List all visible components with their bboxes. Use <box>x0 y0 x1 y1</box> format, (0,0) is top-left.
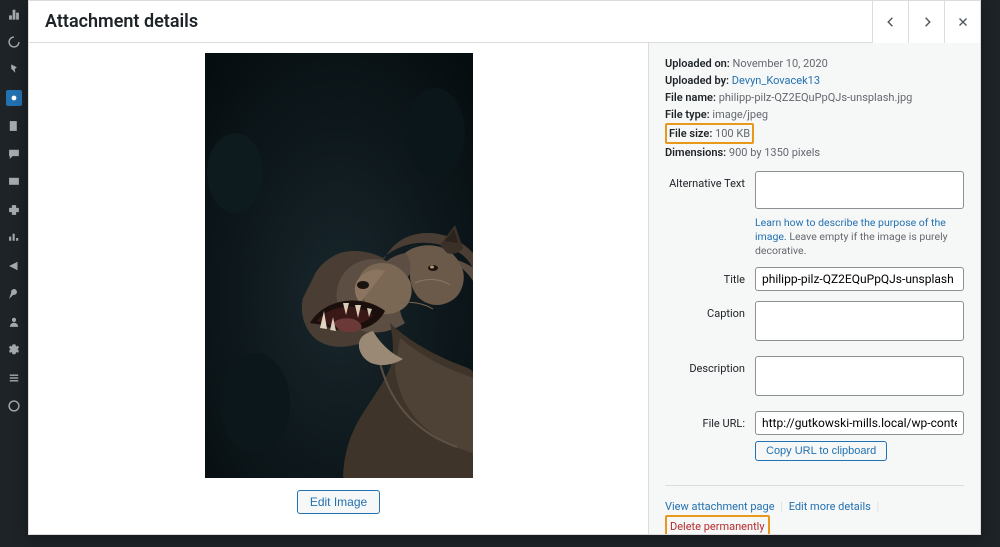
description-input[interactable] <box>755 356 964 396</box>
attachment-details-modal: Attachment details <box>28 0 981 535</box>
file-size-label: File size: <box>669 127 712 140</box>
analytics-icon[interactable] <box>6 230 22 246</box>
alt-text-label: Alternative Text <box>665 171 755 192</box>
title-input[interactable] <box>755 267 964 291</box>
attachment-settings: Alternative Text Learn how to describe t… <box>665 171 964 461</box>
marketing-icon[interactable] <box>6 258 22 274</box>
alt-text-input[interactable] <box>755 171 964 209</box>
dashboard-icon[interactable] <box>6 6 22 22</box>
settings-icon[interactable] <box>6 342 22 358</box>
media-icon[interactable] <box>6 90 22 106</box>
dimensions-value: 900 by 1350 pixels <box>729 146 820 159</box>
caption-label: Caption <box>665 301 755 322</box>
attachment-image[interactable] <box>205 53 473 478</box>
file-url-label: File URL: <box>665 411 755 432</box>
separator: | <box>877 500 880 513</box>
title-label: Title <box>665 267 755 288</box>
plugins-icon[interactable] <box>6 202 22 218</box>
preview-pane: Edit Image <box>29 43 648 534</box>
file-name-value: philipp-pilz-QZ2EQuPpQJs-unsplash.jpg <box>719 91 913 104</box>
close-button[interactable] <box>944 1 980 43</box>
uploaded-on-value: November 10, 2020 <box>733 57 828 70</box>
caption-input[interactable] <box>755 301 964 341</box>
modal-body: Edit Image Uploaded on: November 10, 202… <box>29 43 980 534</box>
description-label: Description <box>665 356 755 377</box>
users-icon[interactable] <box>6 314 22 330</box>
wolf-image <box>205 53 473 478</box>
wp-icon[interactable] <box>6 398 22 414</box>
uploaded-by-label: Uploaded by: <box>665 74 729 87</box>
wp-admin-menu <box>0 0 28 547</box>
uploaded-on-label: Uploaded on: <box>665 57 730 70</box>
attachment-meta: Uploaded on: November 10, 2020 Uploaded … <box>665 55 964 161</box>
close-icon <box>956 15 970 29</box>
prev-button[interactable] <box>872 1 908 43</box>
appearance-icon[interactable] <box>6 174 22 190</box>
file-size-value: 100 KB <box>715 127 750 140</box>
file-type-value: image/jpeg <box>712 108 768 121</box>
edit-image-button[interactable]: Edit Image <box>297 490 380 514</box>
file-name-label: File name: <box>665 91 716 104</box>
alt-help: Learn how to describe the purpose of the… <box>755 216 964 257</box>
chevron-right-icon <box>920 15 934 29</box>
pages-icon[interactable] <box>6 118 22 134</box>
uploaded-by-link[interactable]: Devyn_Kovacek13 <box>732 74 820 87</box>
pin-icon[interactable] <box>6 62 22 78</box>
attachment-actions: View attachment page | Edit more details… <box>665 485 964 534</box>
comments-icon[interactable] <box>6 146 22 162</box>
updates-icon[interactable] <box>6 34 22 50</box>
collapse-icon[interactable] <box>6 370 22 386</box>
next-button[interactable] <box>908 1 944 43</box>
delete-highlight: Delete permanently <box>665 515 770 534</box>
tools-icon[interactable] <box>6 286 22 302</box>
view-attachment-page-link[interactable]: View attachment page <box>665 500 775 513</box>
file-type-label: File type: <box>665 108 710 121</box>
dimensions-label: Dimensions: <box>665 146 726 159</box>
separator: | <box>780 500 783 513</box>
chevron-left-icon <box>884 15 898 29</box>
modal-title: Attachment details <box>45 11 198 32</box>
modal-header: Attachment details <box>29 1 980 43</box>
header-controls <box>872 1 980 43</box>
file-size-highlight: File size: 100 KB <box>665 123 754 144</box>
delete-permanently-link[interactable]: Delete permanently <box>670 520 765 533</box>
file-url-input[interactable] <box>755 411 964 435</box>
copy-url-button[interactable]: Copy URL to clipboard <box>755 441 887 461</box>
details-pane: Uploaded on: November 10, 2020 Uploaded … <box>648 43 980 534</box>
edit-more-details-link[interactable]: Edit more details <box>789 500 871 513</box>
